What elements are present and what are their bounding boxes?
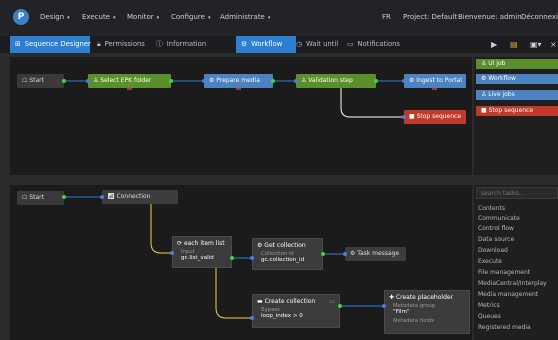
task-search-input[interactable] <box>476 187 558 199</box>
output-port[interactable] <box>62 195 66 199</box>
node-each-item-list[interactable]: ⟳ each item list Input gc.list_valid <box>172 236 232 268</box>
input-port[interactable] <box>86 79 90 83</box>
node-validation-step[interactable]: ♙ Validation step <box>296 74 376 88</box>
input-port[interactable] <box>202 79 206 83</box>
loop-icon: ⟳ <box>177 240 184 247</box>
category-item[interactable]: Execute <box>478 258 502 265</box>
palette-ul-job[interactable]: ♙ Ul job <box>476 59 558 69</box>
output-port[interactable] <box>230 256 234 260</box>
input-port[interactable] <box>250 316 254 320</box>
category-item[interactable]: Data source <box>478 236 514 243</box>
category-item[interactable]: Media management <box>478 291 538 298</box>
node-create-collection[interactable]: ▬ Create collection ▭ Bypass loop_index >… <box>252 294 340 328</box>
category-item[interactable]: Metrics <box>478 302 500 309</box>
category-item[interactable]: Communicate <box>478 215 520 222</box>
error-port[interactable] <box>236 88 241 90</box>
stop-icon: ■ <box>409 113 417 120</box>
node-ingest-to-portal[interactable]: ⚙ Ingest to Portal <box>404 74 466 88</box>
folder-icon: ▬ <box>257 298 265 305</box>
plus-icon: ✚ <box>389 294 396 301</box>
palette-workflow[interactable]: ⚙ Workflow <box>476 74 558 84</box>
connector-lines <box>64 80 404 319</box>
output-port[interactable] <box>374 79 378 83</box>
node-select-epk-folder[interactable]: ♙ Select EPK folder <box>88 74 171 88</box>
output-port[interactable] <box>338 304 342 308</box>
node-get-collection[interactable]: ⚙ Get collection Collection id gc.collec… <box>252 238 323 270</box>
category-item[interactable]: Registered media <box>478 324 531 331</box>
chart-icon: 📶︎ <box>107 193 117 200</box>
input-port[interactable] <box>170 251 174 255</box>
node-create-placeholder[interactable]: ✚ Create placeholder Metadata group "Fil… <box>384 290 470 334</box>
input-port[interactable] <box>343 252 347 256</box>
input-port[interactable] <box>250 256 254 260</box>
node-task-message[interactable]: ⚙ Task message <box>345 247 406 261</box>
node-start-bottom[interactable]: ☖ Start <box>17 191 64 205</box>
palette-live-jobs[interactable]: ♙ Live jobs <box>476 90 558 100</box>
node-stop-sequence[interactable]: ■ Stop sequence <box>404 110 466 124</box>
output-port[interactable] <box>169 79 173 83</box>
category-item[interactable]: Contents <box>478 205 505 212</box>
input-port[interactable] <box>402 79 406 83</box>
palette-stop-sequence[interactable]: ■ Stop sequence <box>476 106 558 116</box>
output-port[interactable] <box>271 79 275 83</box>
category-item[interactable]: MediaCentral/Interplay <box>478 280 547 287</box>
node-start-top[interactable]: ☖ Start <box>17 74 64 88</box>
error-port[interactable] <box>432 88 437 90</box>
category-item[interactable]: Download <box>478 247 508 254</box>
node-prepare-media[interactable]: ⚙ Prepare media <box>204 74 273 88</box>
category-item[interactable]: Queues <box>478 313 501 320</box>
input-port[interactable] <box>100 195 104 199</box>
error-port[interactable] <box>127 88 132 90</box>
node-connection[interactable]: 📶︎ Connection <box>102 190 178 204</box>
input-port[interactable] <box>294 79 298 83</box>
settings-icon[interactable]: ▭ <box>329 298 335 305</box>
stop-icon: ■ <box>481 107 489 114</box>
category-item[interactable]: Control flow <box>478 225 514 232</box>
output-port[interactable] <box>62 79 66 83</box>
input-port[interactable] <box>382 304 386 308</box>
category-item[interactable]: File management <box>478 269 530 276</box>
output-port[interactable] <box>321 252 325 256</box>
input-port[interactable] <box>402 115 406 119</box>
